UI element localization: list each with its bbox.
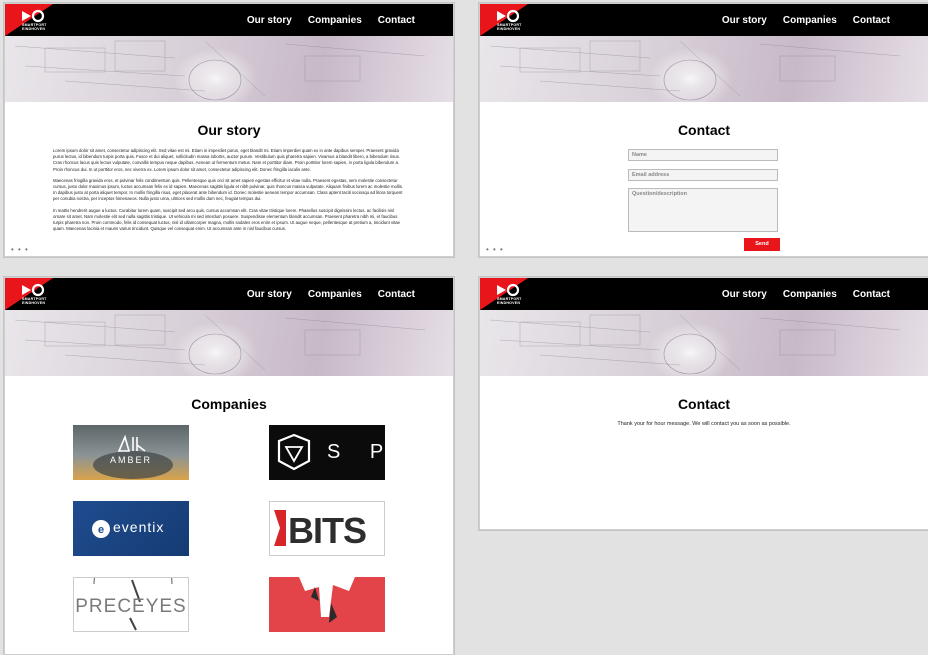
blueprint-sketch (14, 40, 426, 101)
nav-links: Our story Companies Contact (706, 278, 890, 310)
nav-companies[interactable]: Companies (308, 15, 362, 26)
nav-contact[interactable]: Contact (378, 289, 415, 300)
logo-text: SMARTPORT EINDHOVEN (22, 297, 47, 305)
nav-links: Our story Companies Contact (231, 4, 415, 36)
screen-companies: SMARTPORT EINDHOVEN Our story Companies C… (4, 277, 454, 655)
send-button[interactable]: Send (744, 238, 780, 251)
pager-dots[interactable]: • • • (11, 245, 29, 254)
nav-links: Our story Companies Contact (706, 4, 890, 36)
nav-companies[interactable]: Companies (783, 15, 837, 26)
bits-label: BITS (288, 510, 367, 551)
nav-contact[interactable]: Contact (378, 15, 415, 26)
company-logo-preceyes[interactable]: PRECEYES (73, 577, 189, 632)
sp-label: S P (327, 441, 383, 463)
amber-label: AMBER (109, 455, 152, 465)
company-logo-sp[interactable]: S P (269, 425, 385, 480)
top-nav: SMARTPORT EINDHOVEN Our story Companies C… (5, 278, 453, 310)
nav-our-story[interactable]: Our story (247, 289, 292, 300)
svg-text:e: e (98, 524, 104, 536)
page-title: Contact (677, 396, 731, 412)
nav-companies[interactable]: Companies (783, 289, 837, 300)
pager-dots[interactable]: • • • (486, 245, 504, 254)
company-logo-eventix[interactable]: e eventix (73, 501, 189, 556)
top-nav: SMARTPORT EINDHOVEN Our story Companies C… (5, 4, 453, 36)
logo-text: SMARTPORT EINDHOVEN (497, 297, 522, 305)
top-nav: SMARTPORT EINDHOVEN Our story Companies C… (480, 278, 928, 310)
eventix-label: eventix (113, 519, 165, 535)
story-paragraph: In mattis hendrerit augue a luctus. Cura… (53, 207, 401, 232)
nav-our-story[interactable]: Our story (722, 15, 767, 26)
preceyes-label: PRECEYES (75, 596, 187, 617)
story-paragraph: Maecenas fringilla gravida eros, et pulv… (53, 177, 404, 202)
red-brand-icon (299, 577, 355, 623)
blueprint-sketch (489, 40, 901, 101)
nav-contact[interactable]: Contact (853, 289, 890, 300)
logo-text: SMARTPORT EINDHOVEN (497, 23, 522, 31)
story-paragraph: Lorem ipsum dolor sit amet, consectetur … (53, 148, 400, 172)
page-title: Our story (197, 122, 261, 138)
nav-our-story[interactable]: Our story (722, 289, 767, 300)
screen-contact-form: SMARTPORT EINDHOVEN Our story Companies C… (479, 3, 928, 257)
question-textarea[interactable]: Question/description (628, 188, 778, 232)
hero-image (5, 310, 453, 376)
hero-image (480, 310, 928, 376)
top-nav: SMARTPORT EINDHOVEN Our story Companies C… (480, 4, 928, 36)
logo-text: SMARTPORT EINDHOVEN (22, 23, 47, 31)
nav-contact[interactable]: Contact (853, 15, 890, 26)
screen-contact-thanks: SMARTPORT EINDHOVEN Our story Companies C… (479, 277, 928, 530)
page-title: Contact (677, 122, 731, 138)
company-logo-red[interactable] (269, 577, 385, 632)
story-body: Lorem ipsum dolor sit amet, consectetur … (53, 148, 405, 237)
hero-image (5, 36, 453, 102)
page-title: Companies (191, 396, 267, 412)
company-logo-bits[interactable]: BITS (269, 501, 385, 556)
name-field[interactable]: Name (628, 149, 778, 161)
amber-logo-icon (93, 434, 173, 479)
nav-our-story[interactable]: Our story (247, 15, 292, 26)
blueprint-sketch (14, 314, 426, 375)
screen-our-story: SMARTPORT EINDHOVEN Our story Companies C… (4, 3, 454, 257)
company-logo-amber[interactable]: AMBER (73, 425, 189, 480)
nav-links: Our story Companies Contact (231, 278, 415, 310)
hero-image (480, 36, 928, 102)
nav-companies[interactable]: Companies (308, 289, 362, 300)
thank-you-message: Thank your for hour message. We will con… (617, 421, 791, 427)
email-field[interactable]: Email address (628, 169, 778, 181)
blueprint-sketch (489, 314, 901, 375)
